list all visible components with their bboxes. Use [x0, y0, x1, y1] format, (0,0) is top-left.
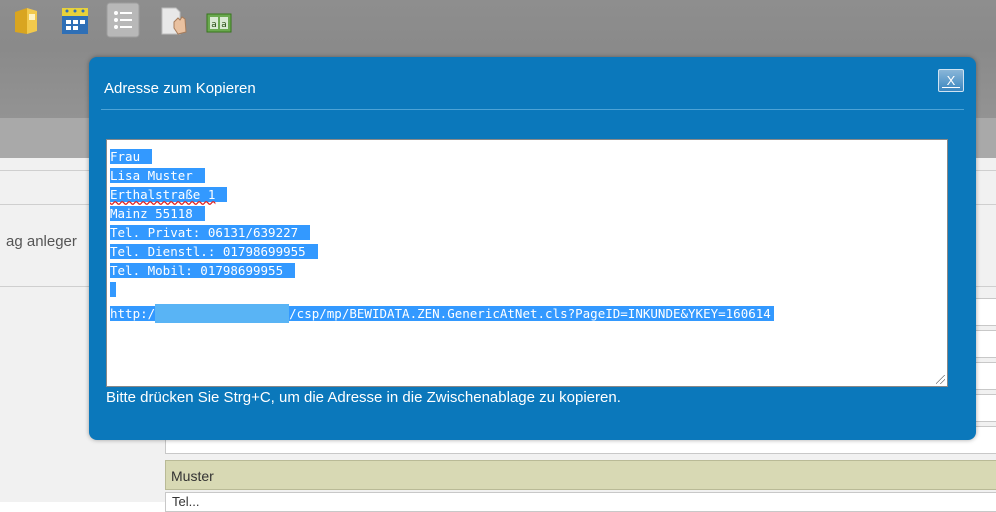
copy-hint: Bitte drücken Sie Strg+C, um die Adresse… [106, 389, 621, 406]
copy-address-dialog: Adresse zum Kopieren X Frau Lisa Muster … [89, 57, 976, 440]
name-field[interactable]: Muster [165, 460, 996, 490]
abc-icon[interactable]: a a [206, 6, 232, 36]
address-line: Tel. Privat: 06131/639227 [110, 223, 311, 242]
address-line: Tel. Dienstl.: 01798699955 [110, 242, 318, 261]
list-icon[interactable] [106, 2, 140, 38]
svg-text:a: a [221, 20, 227, 30]
resize-grip-icon[interactable] [936, 375, 945, 384]
address-line: Frau [110, 147, 153, 166]
url-line: http://csp/mp/BEWIDATA.ZEN.GenericAtNet.… [110, 304, 774, 323]
new-entry-button-label[interactable]: ag anleger [6, 233, 77, 250]
dialog-title: Adresse zum Kopieren [104, 80, 256, 97]
address-line: Lisa Muster [110, 166, 205, 185]
address-line [110, 280, 116, 299]
hand-icon[interactable] [160, 6, 190, 36]
close-icon: X [946, 73, 956, 88]
redacted-host [155, 304, 290, 323]
svg-text:a: a [211, 20, 217, 30]
calendar-icon[interactable] [60, 6, 90, 36]
title-separator [101, 109, 964, 110]
address-line: Mainz 55118 [110, 204, 205, 223]
close-button[interactable]: X [938, 69, 964, 92]
address-textarea[interactable]: Frau Lisa Muster Erthalstraße 1 Mainz 55… [106, 139, 948, 387]
form-field[interactable]: Tel... [165, 492, 996, 512]
address-line: Erthalstraße 1 [110, 185, 228, 204]
address-line: Tel. Mobil: 01798699955 [110, 261, 296, 280]
folder-icon[interactable] [13, 6, 39, 36]
